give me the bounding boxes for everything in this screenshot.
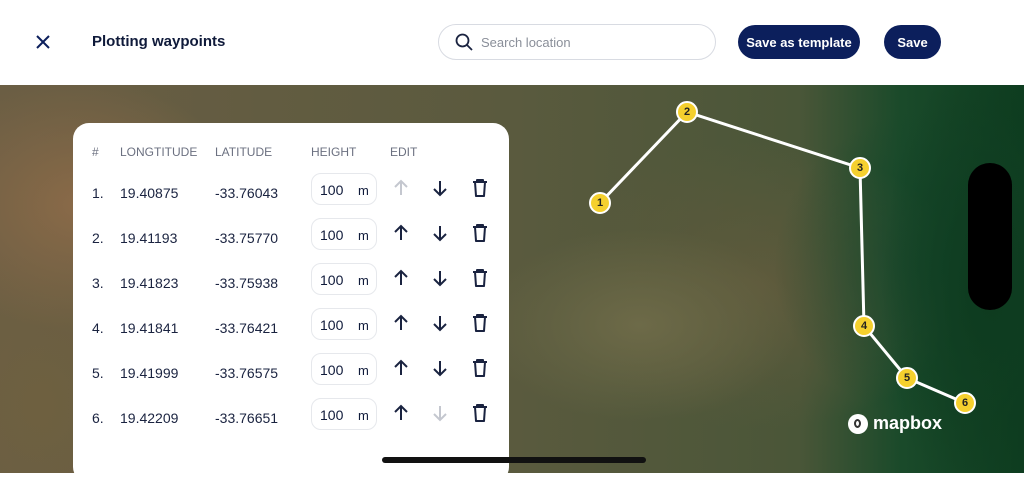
height-value: 100 <box>320 362 344 378</box>
col-header-latitude: LATITUDE <box>215 145 273 159</box>
waypoint-marker[interactable]: 1 <box>589 192 611 214</box>
col-header-edit: EDIT <box>390 145 418 159</box>
height-input[interactable]: 100 m <box>311 218 377 250</box>
move-up-icon[interactable] <box>390 312 412 334</box>
height-input[interactable]: 100 m <box>311 353 377 385</box>
table-row: 4. 19.41841 -33.76421 100 m <box>73 306 509 351</box>
height-unit: m <box>358 273 369 288</box>
row-index: 6. <box>92 410 104 426</box>
top-bar: Plotting waypoints Save as template Save <box>0 0 1024 85</box>
home-indicator <box>382 457 646 463</box>
height-input[interactable]: 100 m <box>311 263 377 295</box>
height-input[interactable]: 100 m <box>311 308 377 340</box>
search-icon <box>455 33 473 51</box>
delete-icon[interactable] <box>469 312 491 334</box>
table-row: 5. 19.41999 -33.76575 100 m <box>73 351 509 396</box>
row-latitude: -33.76651 <box>215 410 279 426</box>
row-index: 1. <box>92 185 104 201</box>
row-longitude: 19.42209 <box>120 410 179 426</box>
col-header-height: HEIGHT <box>311 145 357 159</box>
move-down-icon[interactable] <box>429 357 451 379</box>
waypoint-marker[interactable]: 5 <box>896 367 918 389</box>
page-title: Plotting waypoints <box>92 33 226 50</box>
move-up-icon <box>394 179 408 195</box>
row-index: 5. <box>92 365 104 381</box>
save-as-template-button[interactable]: Save as template <box>738 25 860 59</box>
close-icon[interactable] <box>34 33 52 51</box>
row-longitude: 19.41999 <box>120 365 179 381</box>
col-header-longitude: LONGTITUDE <box>120 145 198 159</box>
row-longitude: 19.40875 <box>120 185 179 201</box>
delete-icon[interactable] <box>469 267 491 289</box>
height-unit: m <box>358 363 369 378</box>
table-row: 1. 19.40875 -33.76043 100 m <box>73 171 509 216</box>
table-row: 6. 19.42209 -33.76651 100 m <box>73 396 509 441</box>
move-down-icon[interactable] <box>429 222 451 244</box>
waypoint-marker[interactable]: 6 <box>954 392 976 414</box>
scrollbar[interactable] <box>968 163 1012 310</box>
height-value: 100 <box>320 317 344 333</box>
row-latitude: -33.75770 <box>215 230 279 246</box>
row-latitude: -33.76043 <box>215 185 279 201</box>
move-up-icon[interactable] <box>390 402 412 424</box>
waypoint-marker[interactable]: 3 <box>849 157 871 179</box>
height-value: 100 <box>320 407 344 423</box>
delete-icon[interactable] <box>469 222 491 244</box>
waypoints-panel: # LONGTITUDE LATITUDE HEIGHT EDIT 1. 19.… <box>73 123 509 483</box>
height-unit: m <box>358 318 369 333</box>
row-index: 4. <box>92 320 104 336</box>
mapbox-logo-icon <box>848 413 868 434</box>
row-latitude: -33.76421 <box>215 320 279 336</box>
move-down-icon[interactable] <box>429 267 451 289</box>
waypoint-marker[interactable]: 2 <box>676 101 698 123</box>
move-up-icon[interactable] <box>390 267 412 289</box>
row-index: 2. <box>92 230 104 246</box>
height-value: 100 <box>320 182 344 198</box>
move-up-icon[interactable] <box>390 357 412 379</box>
height-unit: m <box>358 183 369 198</box>
height-unit: m <box>358 228 369 243</box>
mapbox-label: mapbox <box>873 413 943 433</box>
save-button[interactable]: Save <box>884 25 941 59</box>
delete-icon[interactable] <box>469 357 491 379</box>
delete-icon[interactable] <box>469 177 491 199</box>
height-unit: m <box>358 408 369 423</box>
waypoint-marker[interactable]: 4 <box>853 315 875 337</box>
move-down-icon <box>433 406 447 422</box>
height-value: 100 <box>320 227 344 243</box>
row-longitude: 19.41823 <box>120 275 179 291</box>
height-value: 100 <box>320 272 344 288</box>
row-latitude: -33.75938 <box>215 275 279 291</box>
row-longitude: 19.41193 <box>120 230 178 246</box>
table-row: 2. 19.41193 -33.75770 100 m <box>73 216 509 261</box>
col-header-index: # <box>92 145 99 159</box>
height-input[interactable]: 100 m <box>311 173 377 205</box>
search-box[interactable] <box>438 24 716 60</box>
row-latitude: -33.76575 <box>215 365 279 381</box>
delete-icon[interactable] <box>469 402 491 424</box>
move-down-icon[interactable] <box>429 177 451 199</box>
mapbox-attribution: mapbox <box>848 413 942 434</box>
move-up-icon[interactable] <box>390 222 412 244</box>
row-index: 3. <box>92 275 104 291</box>
table-row: 3. 19.41823 -33.75938 100 m <box>73 261 509 306</box>
move-down-icon[interactable] <box>429 312 451 334</box>
row-longitude: 19.41841 <box>120 320 179 336</box>
height-input[interactable]: 100 m <box>311 398 377 430</box>
search-input[interactable] <box>481 34 701 50</box>
